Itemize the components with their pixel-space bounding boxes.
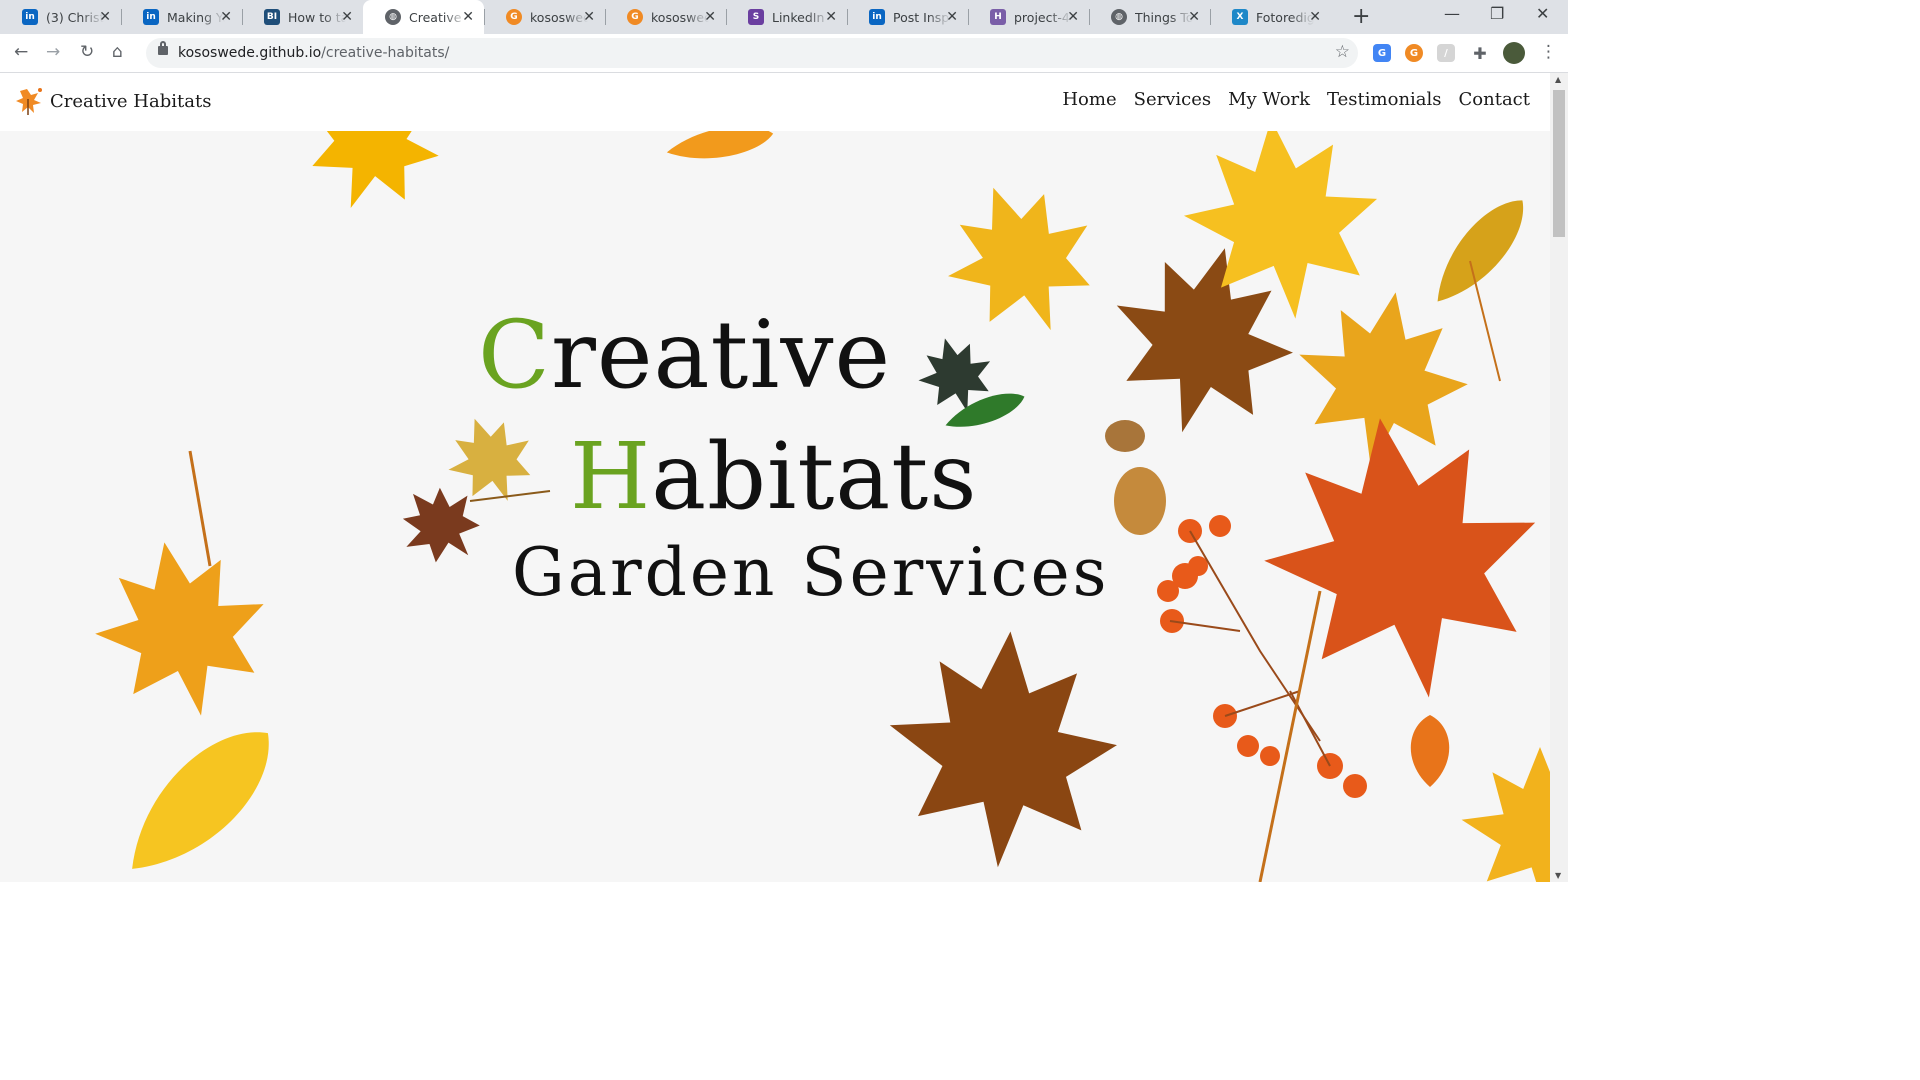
close-tab-icon[interactable]: ✕ (946, 9, 958, 25)
close-tab-icon[interactable]: ✕ (1188, 9, 1200, 25)
nav-home[interactable]: Home (1062, 89, 1116, 110)
tab-title: (3) Christo (46, 9, 104, 25)
close-tab-icon[interactable]: ✕ (583, 9, 595, 25)
g-icon: G (506, 9, 522, 25)
browser-tab[interactable]: in (3) Christo✕ (0, 0, 121, 34)
close-window-icon[interactable]: ✕ (1536, 4, 1549, 23)
close-tab-icon[interactable]: ✕ (99, 9, 111, 25)
linkedin-icon: in (143, 9, 159, 25)
bi-icon: BI (264, 9, 280, 25)
tab-title: Things To (1135, 9, 1193, 25)
tab-title: Fotoredig (1256, 9, 1314, 25)
tab-title: LinkedIn c (772, 9, 830, 25)
url-host: kososwede.github.io (178, 45, 322, 61)
browser-tab[interactable]: ◍ Things To ✕ (1089, 0, 1210, 34)
home-icon[interactable]: ⌂ (112, 42, 123, 62)
tab-title: kososwede (651, 9, 709, 25)
browser-tab[interactable]: BI How to tal ✕ (242, 0, 363, 34)
scrollbar-thumb[interactable] (1553, 90, 1565, 237)
browser-tab-strip: in(3) Christo✕inMaking Yo✕BIHow to tal✕◍… (0, 0, 1568, 34)
url-path: /creative-habitats/ (321, 45, 450, 61)
scroll-up-icon[interactable]: ▲ (1555, 75, 1561, 84)
forward-icon[interactable]: → (46, 42, 60, 62)
address-bar[interactable]: kososwede.github.io/creative-habitats/ ☆ (146, 38, 1358, 68)
autumn-leaf-graphic-icon (382, 403, 551, 583)
browser-tab[interactable]: ◍ Creative H✕ (363, 0, 484, 34)
close-tab-icon[interactable]: ✕ (220, 9, 232, 25)
autumn-leaves-background (81, 131, 1550, 882)
browser-tab[interactable]: Hproject-4- ✕ (968, 0, 1089, 34)
tab-title: How to tal (288, 9, 346, 25)
scroll-down-icon[interactable]: ▼ (1555, 871, 1561, 880)
g-extension-icon[interactable]: G (1405, 44, 1423, 62)
close-tab-icon[interactable]: ✕ (1067, 9, 1079, 25)
main-nav: Home Services My Work Testimonials Conta… (1062, 89, 1530, 110)
tab-title: kososwede (530, 9, 588, 25)
s-icon: S (748, 9, 764, 25)
site-brand[interactable]: Creative Habitats (14, 85, 211, 117)
website-viewport: Creative Habitats Home Services My Work … (0, 73, 1550, 882)
new-tab-button[interactable]: + (1352, 4, 1370, 29)
tab-title: Creative H (409, 9, 467, 25)
close-tab-icon[interactable]: ✕ (341, 9, 353, 25)
minimize-icon[interactable]: — (1444, 4, 1460, 23)
nav-my-work[interactable]: My Work (1228, 89, 1310, 110)
hero-banner: Creative Habitats Garden Services (0, 131, 1550, 882)
site-header: Creative Habitats Home Services My Work … (0, 73, 1550, 131)
globe-icon: ◍ (1111, 9, 1127, 25)
browser-tab[interactable]: in Post Inspe ✕ (847, 0, 968, 34)
translate-extension-icon[interactable]: G (1373, 44, 1391, 62)
nav-contact[interactable]: Contact (1459, 89, 1530, 110)
h-icon: H (990, 9, 1006, 25)
lock-icon[interactable] (158, 41, 168, 55)
browser-menu-icon[interactable]: ⋮ (1540, 42, 1557, 62)
browser-tab[interactable]: Gkososwede✕ (605, 0, 726, 34)
restore-icon[interactable]: ❐ (1490, 4, 1504, 23)
browser-tab[interactable]: in Making Yo ✕ (121, 0, 242, 34)
linkedin-icon: in (869, 9, 885, 25)
tab-title: project-4- (1014, 9, 1072, 25)
close-tab-icon[interactable]: ✕ (704, 9, 716, 25)
feather-extension-icon[interactable]: / (1437, 44, 1455, 62)
extensions-puzzle-icon[interactable]: ✚ (1471, 44, 1489, 63)
bookmark-star-icon[interactable]: ☆ (1335, 42, 1350, 62)
page-scrollbar[interactable]: ▲ ▼ (1550, 73, 1568, 882)
leaf-logo-icon (16, 88, 42, 115)
browser-toolbar: ← → ↻ ⌂ kososwede.github.io/creative-hab… (0, 34, 1568, 73)
back-icon[interactable]: ← (14, 42, 28, 62)
reload-icon[interactable]: ↻ (80, 42, 94, 62)
nav-testimonials[interactable]: Testimonials (1327, 89, 1441, 110)
close-tab-icon[interactable]: ✕ (462, 9, 474, 25)
ivy-leaf-graphic-icon (909, 328, 1029, 437)
browser-tab[interactable]: X Fotoredig ✕ (1210, 0, 1331, 34)
globe-icon: ◍ (385, 9, 401, 25)
nav-services[interactable]: Services (1134, 89, 1211, 110)
profile-avatar[interactable] (1503, 42, 1525, 64)
close-tab-icon[interactable]: ✕ (825, 9, 837, 25)
linkedin-icon: in (22, 9, 38, 25)
x-icon: X (1232, 9, 1248, 25)
tab-title: Making Yo (167, 9, 225, 25)
url-text[interactable]: kososwede.github.io/creative-habitats/ (178, 45, 449, 61)
browser-tab[interactable]: S LinkedIn c ✕ (726, 0, 847, 34)
close-tab-icon[interactable]: ✕ (1309, 9, 1321, 25)
tab-title: Post Inspe (893, 9, 951, 25)
g-icon: G (627, 9, 643, 25)
browser-tab[interactable]: Gkososwede✕ (484, 0, 605, 34)
brand-name: Creative Habitats (50, 90, 212, 112)
